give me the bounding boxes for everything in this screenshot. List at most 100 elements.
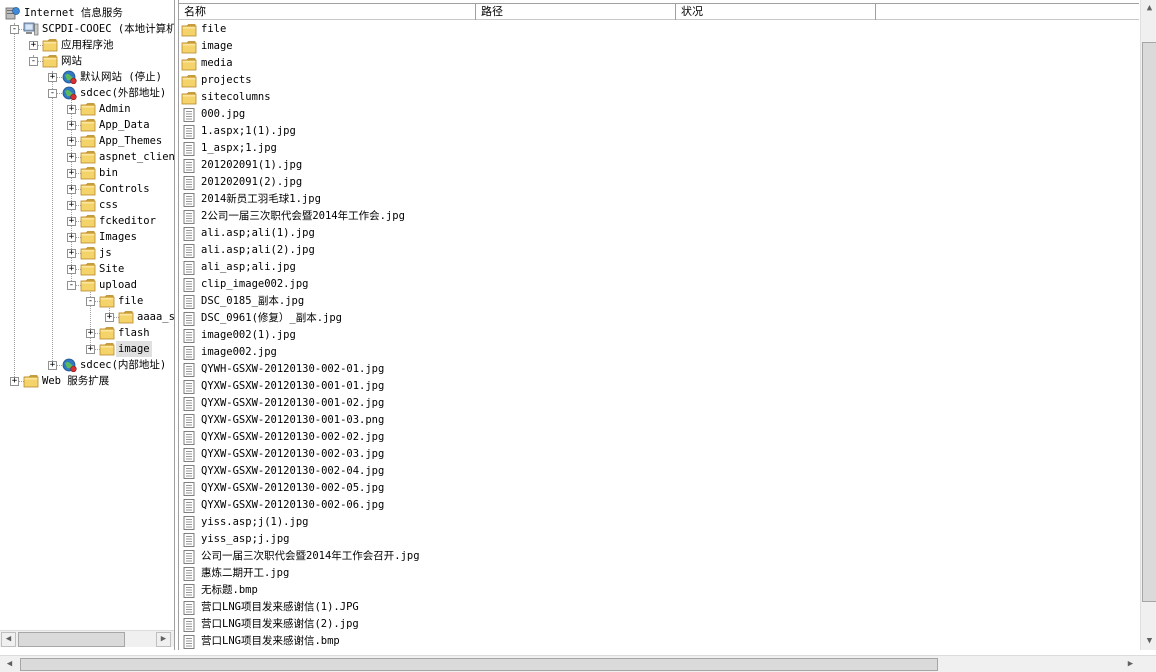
tree-node[interactable]: - file [0, 293, 174, 309]
file-row[interactable]: ali_asp;ali.jpg [181, 259, 296, 276]
expand-icon[interactable]: + [67, 169, 76, 178]
tree-horizontal-scrollbar[interactable]: ◀ ▶ [0, 630, 174, 647]
scroll-right-arrow-icon[interactable]: ▶ [1123, 657, 1138, 672]
expand-icon[interactable]: + [86, 329, 95, 338]
file-row[interactable]: clip_image002.jpg [181, 276, 308, 293]
file-row[interactable]: ali.asp;ali(1).jpg [181, 225, 315, 242]
tree-node-label[interactable]: css [97, 197, 120, 213]
tree-node-label[interactable]: Images [97, 229, 139, 245]
tree-node[interactable]: + Admin [0, 101, 174, 117]
expand-icon[interactable]: + [67, 185, 76, 194]
list-horizontal-scrollbar[interactable]: ◀ ▶ [0, 655, 1156, 672]
file-row[interactable]: 公司一届三次职代会暨2014年工作会召开.jpg [181, 548, 420, 565]
tree-node[interactable]: + Web 服务扩展 [0, 373, 174, 389]
tree-node-label[interactable]: Controls [97, 181, 152, 197]
expand-icon[interactable]: + [67, 153, 76, 162]
expand-icon[interactable]: + [67, 217, 76, 226]
file-row[interactable]: 1_aspx;1.jpg [181, 140, 277, 157]
file-row[interactable]: 营口LNG项目发来感谢信(1).JPG [181, 599, 359, 616]
collapse-icon[interactable]: - [29, 57, 38, 66]
tree-node-label[interactable]: file [116, 293, 145, 309]
folder-row[interactable]: image [181, 38, 233, 55]
folder-row[interactable]: media [181, 55, 233, 72]
file-row[interactable]: 营口LNG项目发来感谢信.bmp [181, 633, 340, 650]
tree-node-label[interactable]: Admin [97, 101, 133, 117]
tree-node[interactable]: + Images [0, 229, 174, 245]
collapse-icon[interactable]: - [86, 297, 95, 306]
folder-row[interactable]: file [181, 21, 226, 38]
expand-icon[interactable]: + [86, 345, 95, 354]
collapse-icon[interactable]: - [10, 25, 19, 34]
folder-row[interactable]: sitecolumns [181, 89, 271, 106]
tree-node-label[interactable]: sdcec(内部地址) [78, 357, 168, 373]
expand-icon[interactable]: + [67, 105, 76, 114]
file-row[interactable]: QYXW-GSXW-20120130-001-01.jpg [181, 378, 384, 395]
file-row[interactable]: QYXW-GSXW-20120130-001-02.jpg [181, 395, 384, 412]
collapse-icon[interactable]: - [67, 281, 76, 290]
file-row[interactable]: DSC_0961(修复）_副本.jpg [181, 310, 342, 327]
tree-node[interactable]: + image [0, 341, 174, 357]
file-row[interactable]: yiss_asp;j.jpg [181, 531, 290, 548]
scroll-left-arrow-icon[interactable]: ◀ [2, 657, 17, 672]
tree-node-label[interactable]: 应用程序池 [59, 37, 116, 53]
tree-node[interactable]: + 默认网站 (停止) [0, 69, 174, 85]
scroll-right-arrow-icon[interactable]: ▶ [156, 632, 171, 647]
tree-pane[interactable]: Internet 信息服务 - SCPDI-COOEC (本地计算机) + 应用程序池 -… [0, 0, 175, 650]
tree-node[interactable]: + css [0, 197, 174, 213]
tree-node[interactable]: + aspnet_client [0, 149, 174, 165]
expand-icon[interactable]: + [67, 137, 76, 146]
tree-node[interactable]: - upload [0, 277, 174, 293]
tree-node-label[interactable]: App_Data [97, 117, 152, 133]
tree-node-label[interactable]: Internet 信息服务 [22, 5, 125, 21]
tree-node-label[interactable]: Web 服务扩展 [40, 373, 111, 389]
tree-node[interactable]: - sdcec(外部地址) [0, 85, 174, 101]
file-row[interactable]: image002.jpg [181, 344, 277, 361]
expand-icon[interactable]: + [105, 313, 114, 322]
tree-node-label[interactable]: 网站 [59, 53, 84, 69]
tree-node-label[interactable]: bin [97, 165, 120, 181]
list-pane[interactable]: 名称 路径 状况 file image media projects sitecolum… [178, 0, 1156, 650]
tree-node-label[interactable]: upload [97, 277, 139, 293]
tree-node[interactable]: + Controls [0, 181, 174, 197]
file-row[interactable]: 000.jpg [181, 106, 245, 123]
collapse-icon[interactable]: - [48, 89, 57, 98]
file-row[interactable]: QYXW-GSXW-20120130-002-06.jpg [181, 497, 384, 514]
scroll-up-arrow-icon[interactable]: ▲ [1142, 1, 1156, 16]
tree-node-label[interactable]: flash [116, 325, 152, 341]
tree-node[interactable]: + App_Data [0, 117, 174, 133]
expand-icon[interactable]: + [48, 361, 57, 370]
folder-row[interactable]: projects [181, 72, 252, 89]
expand-icon[interactable]: + [67, 265, 76, 274]
expand-icon[interactable]: + [29, 41, 38, 50]
file-row[interactable]: QYXW-GSXW-20120130-002-04.jpg [181, 463, 384, 480]
tree-node-label[interactable]: aaaa_s [135, 309, 174, 325]
list-hscroll-thumb[interactable] [20, 658, 938, 671]
file-row[interactable]: QYXW-GSXW-20120130-002-05.jpg [181, 480, 384, 497]
tree-node[interactable]: + fckeditor [0, 213, 174, 229]
expand-icon[interactable]: + [10, 377, 19, 386]
file-row[interactable]: QYWH-GSXW-20120130-002-01.jpg [181, 361, 384, 378]
file-row[interactable]: 惠炼二期开工.jpg [181, 565, 289, 582]
list-vertical-scrollbar[interactable]: ▲ ▼ [1140, 0, 1156, 650]
file-row[interactable]: QYXW-GSXW-20120130-001-03.png [181, 412, 384, 429]
tree-node[interactable]: Internet 信息服务 [0, 5, 174, 21]
file-row[interactable]: QYXW-GSXW-20120130-002-02.jpg [181, 429, 384, 446]
tree-node[interactable]: + bin [0, 165, 174, 181]
tree-node-label[interactable]: fckeditor [97, 213, 158, 229]
file-row[interactable]: yiss.asp;j(1).jpg [181, 514, 308, 531]
tree-node-label[interactable]: Site [97, 261, 126, 277]
tree-node[interactable]: - 网站 [0, 53, 174, 69]
tree-node-label[interactable]: App_Themes [97, 133, 164, 149]
file-row[interactable]: 2014新员工羽毛球1.jpg [181, 191, 321, 208]
expand-icon[interactable]: + [67, 201, 76, 210]
tree-node[interactable]: + aaaa_s [0, 309, 174, 325]
tree-node-label[interactable]: 默认网站 (停止) [78, 69, 164, 85]
scroll-left-arrow-icon[interactable]: ◀ [1, 632, 16, 647]
file-row[interactable]: ali.asp;ali(2).jpg [181, 242, 315, 259]
file-row[interactable]: 1.aspx;1(1).jpg [181, 123, 296, 140]
tree-node[interactable]: + Site [0, 261, 174, 277]
file-row[interactable]: 201202091(2).jpg [181, 174, 302, 191]
file-row[interactable]: 2公司一届三次职代会暨2014年工作会.jpg [181, 208, 405, 225]
column-header-status[interactable]: 状况 [676, 4, 876, 20]
tree-node-label[interactable]: js [97, 245, 114, 261]
